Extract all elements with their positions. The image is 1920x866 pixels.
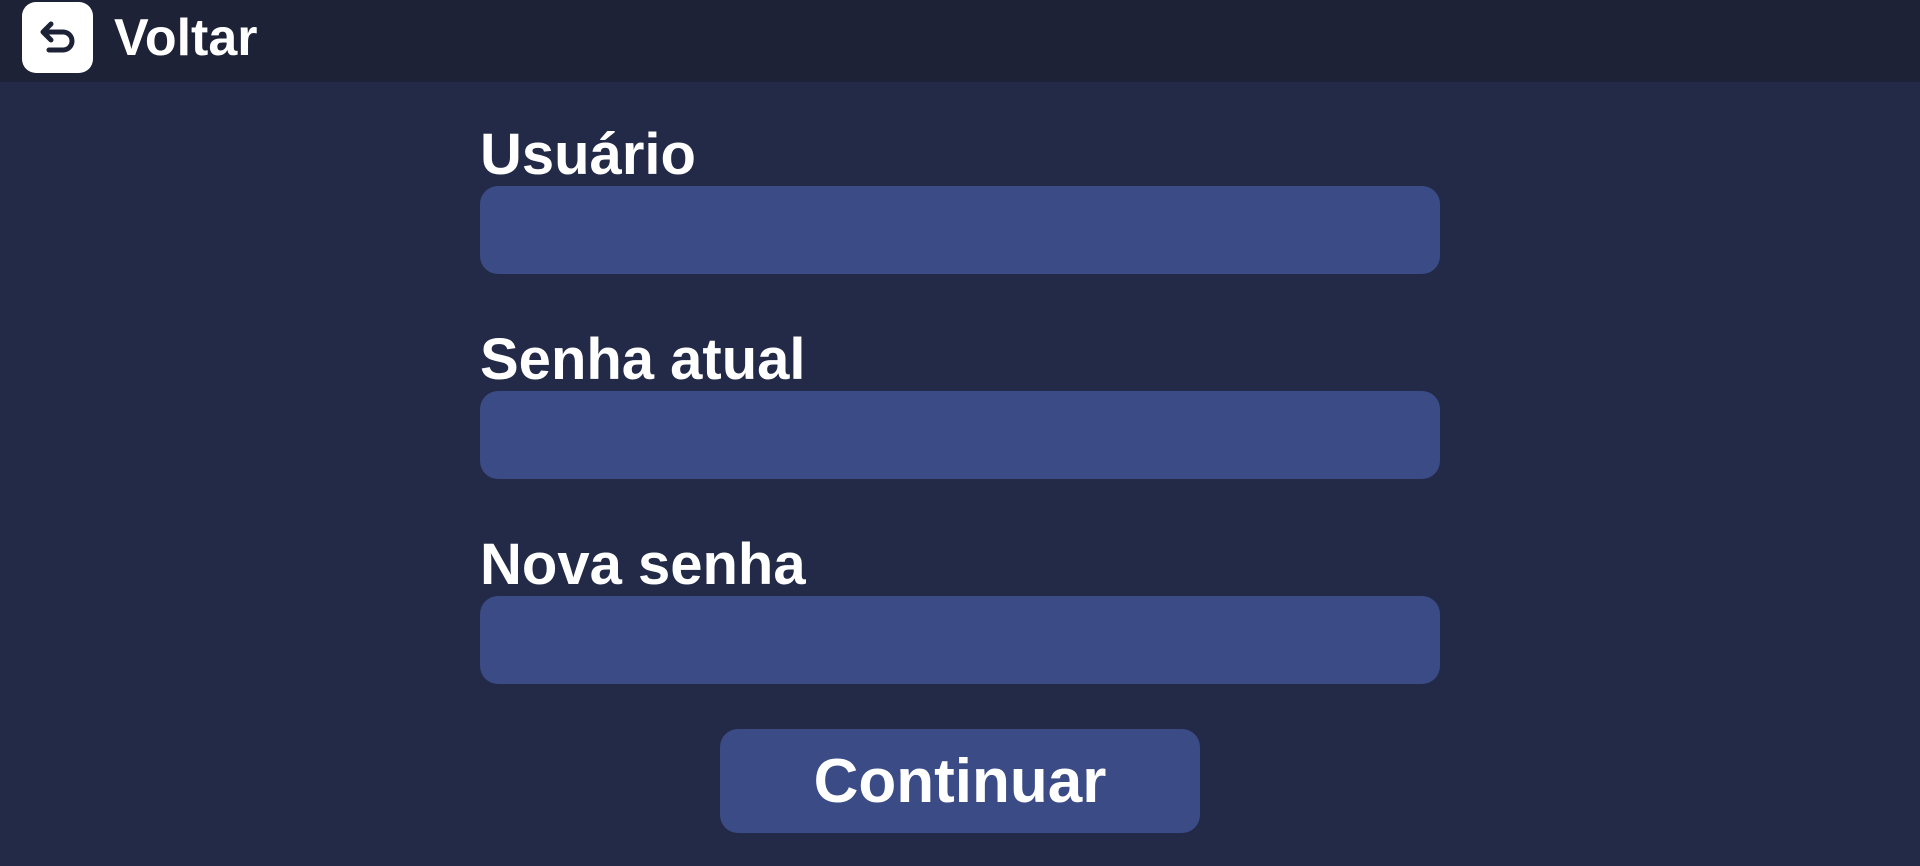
back-label[interactable]: Voltar (114, 8, 258, 68)
username-label: Usuário (480, 122, 696, 187)
top-bar: Voltar (0, 0, 1920, 82)
back-button[interactable] (22, 2, 93, 73)
new-password-input[interactable] (480, 596, 1440, 684)
new-password-label: Nova senha (480, 532, 806, 597)
current-password-label: Senha atual (480, 327, 806, 392)
current-password-input[interactable] (480, 391, 1440, 479)
username-input[interactable] (480, 186, 1440, 274)
continue-button[interactable]: Continuar (720, 729, 1200, 833)
undo-arrow-icon (40, 21, 74, 52)
